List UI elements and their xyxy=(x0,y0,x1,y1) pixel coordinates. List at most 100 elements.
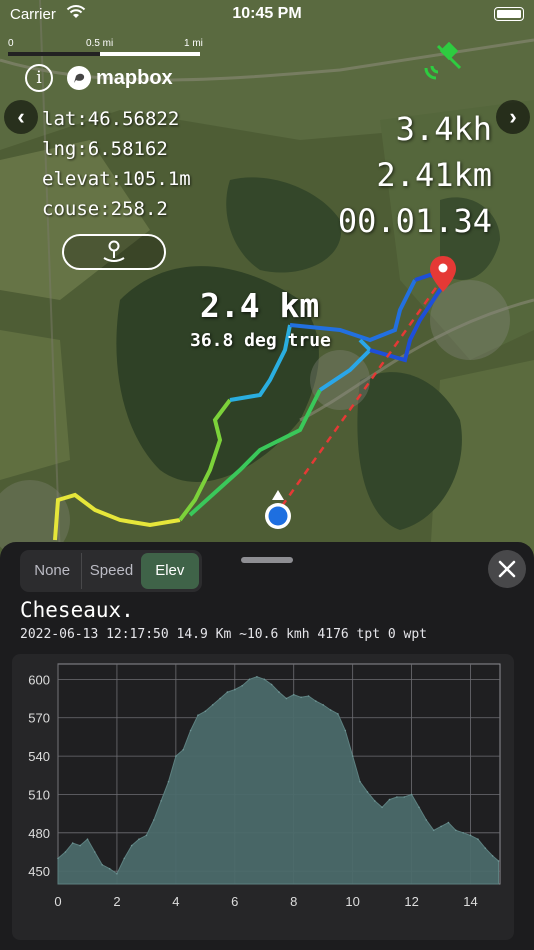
elevation-point xyxy=(234,688,236,691)
latitude-value: lat:46.56822 xyxy=(42,108,180,130)
elevation-point xyxy=(410,793,413,796)
elevation-point xyxy=(263,678,266,681)
info-button[interactable]: i xyxy=(25,64,53,92)
y-tick-label: 600 xyxy=(28,672,50,687)
x-tick-label: 14 xyxy=(463,894,477,909)
x-tick-label: 0 xyxy=(54,894,61,909)
elevation-point xyxy=(175,755,177,757)
elevation-point xyxy=(403,796,406,798)
elevation-point xyxy=(116,873,118,875)
elevation-point xyxy=(351,755,354,757)
course-value: couse:258.2 xyxy=(42,198,168,220)
x-tick-label: 2 xyxy=(113,894,120,909)
elevation-point xyxy=(462,832,465,834)
elevation-point xyxy=(219,697,221,700)
elevation-point xyxy=(167,780,170,783)
elevation-point xyxy=(366,791,369,793)
y-tick-label: 480 xyxy=(28,826,50,841)
next-arrow-button[interactable]: › xyxy=(496,100,530,134)
mapbox-icon xyxy=(67,66,91,90)
map-view[interactable]: Carrier 10:45 PM 0 0.5 mi 1 mi i mapbox … xyxy=(0,0,534,560)
scale-one-label: 1 mi xyxy=(184,38,203,49)
close-button[interactable] xyxy=(488,550,526,588)
y-tick-label: 540 xyxy=(28,749,50,764)
elevation-point xyxy=(359,780,361,783)
elevation-point xyxy=(211,704,214,706)
elevation-point xyxy=(241,684,243,687)
y-tick-label: 570 xyxy=(28,711,50,726)
segment-none[interactable]: None xyxy=(23,553,83,589)
elevation-point xyxy=(248,678,251,681)
status-bar: Carrier 10:45 PM xyxy=(0,0,534,30)
elevation-point xyxy=(123,857,126,860)
elevation-point xyxy=(381,806,383,809)
elevation-chart: 450 480 510 540 570 600 0 2 4 6 8 10 12 14 xyxy=(12,654,514,940)
elevation-point xyxy=(322,704,325,706)
elevation-point xyxy=(278,691,280,693)
elevation-point xyxy=(86,838,89,840)
target-distance: 2.4 km xyxy=(200,286,320,325)
mapbox-logo: mapbox xyxy=(66,64,173,92)
sheet-grabber[interactable] xyxy=(241,557,293,563)
previous-arrow-button[interactable]: ‹ xyxy=(4,100,38,134)
elevation-point xyxy=(396,796,398,798)
elevation-point xyxy=(300,696,302,699)
elevation-point xyxy=(256,676,258,678)
elevation-point xyxy=(344,729,347,732)
status-time: 10:45 PM xyxy=(232,5,302,22)
elevation-point xyxy=(337,713,339,715)
elevation-point xyxy=(145,834,148,837)
elevation-point xyxy=(71,842,74,844)
longitude-value: lng:6.58162 xyxy=(42,138,168,160)
track-detail-sheet: None Speed Elev Cheseaux. 2022-06-13 12:… xyxy=(0,542,534,950)
elevation-point xyxy=(64,851,67,853)
trip-stats-panel: 3.4kh 2.41km 00.01.34 xyxy=(338,106,492,244)
elevation-point xyxy=(226,691,229,693)
speed-value: 3.4kh xyxy=(395,110,492,148)
x-tick-label: 4 xyxy=(172,894,179,909)
elevation-point xyxy=(204,710,207,713)
elevation-point xyxy=(153,819,155,821)
x-tick-label: 10 xyxy=(345,894,359,909)
location-pin-button[interactable] xyxy=(62,234,166,270)
elevation-point xyxy=(418,806,420,809)
elevation-point xyxy=(469,834,472,837)
elevation-point xyxy=(388,798,391,801)
elevation-point xyxy=(484,847,487,849)
elevation-point xyxy=(455,829,457,832)
elevation-point xyxy=(189,729,192,732)
battery-icon xyxy=(494,7,524,21)
elevation-point xyxy=(108,867,111,870)
map-scale-bar: 0 0.5 mi 1 mi xyxy=(8,38,208,60)
segment-speed[interactable]: Speed xyxy=(82,553,140,589)
elevation-point xyxy=(497,860,500,862)
target-bearing: 36.8 deg true xyxy=(190,330,331,351)
track-title: Cheseaux. xyxy=(20,598,134,622)
track-meta: 2022-06-13 12:17:50 14.9 Km ~10.6 kmh 41… xyxy=(20,627,427,642)
scale-zero-label: 0 xyxy=(8,38,14,49)
elevation-point xyxy=(197,714,199,716)
elevation-point xyxy=(270,683,273,686)
mapbox-wordmark: mapbox xyxy=(96,66,173,89)
elevation-point xyxy=(329,709,332,711)
elevation-point xyxy=(315,700,317,702)
elevation-point xyxy=(94,851,96,853)
elevation-point xyxy=(130,844,133,847)
x-tick-label: 12 xyxy=(404,894,418,909)
elevation-value: elevat:105.1m xyxy=(42,168,191,190)
elevation-point xyxy=(432,829,435,832)
elevation-point xyxy=(477,838,479,840)
satellite-gps-icon xyxy=(424,42,462,80)
elevation-point xyxy=(307,695,310,697)
x-tick-label: 8 xyxy=(290,894,297,909)
elevation-point xyxy=(374,800,376,802)
elevation-point xyxy=(491,855,494,857)
elevation-point xyxy=(440,825,442,828)
close-icon xyxy=(498,560,516,578)
y-tick-label: 510 xyxy=(28,787,50,802)
elevation-point xyxy=(101,864,103,866)
elevation-point xyxy=(79,844,81,847)
y-tick-label: 450 xyxy=(28,864,50,879)
elevation-point xyxy=(160,800,162,802)
segment-elev[interactable]: Elev xyxy=(140,553,199,589)
